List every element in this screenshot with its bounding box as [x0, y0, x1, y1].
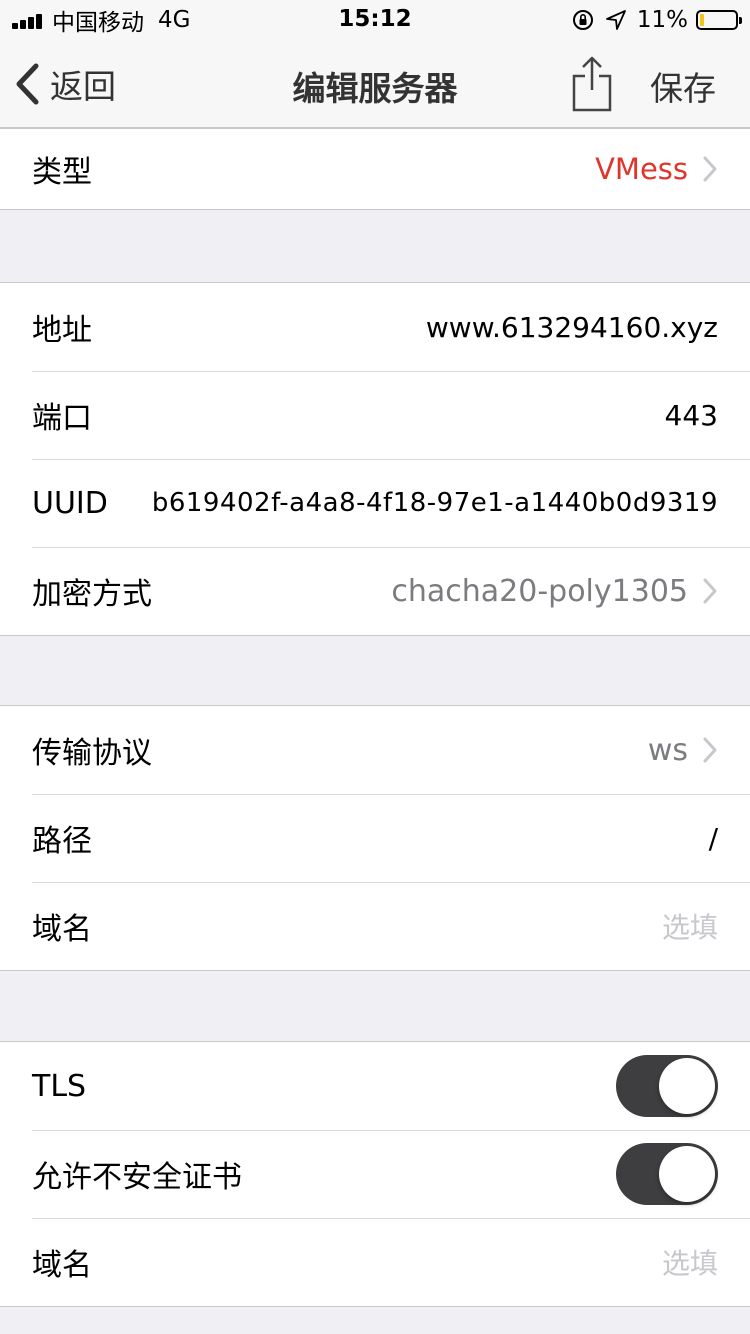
orientation-lock-icon — [572, 10, 593, 30]
encryption-row[interactable]: 加密方式 chacha20-poly1305 — [0, 547, 750, 635]
address-field[interactable]: www.613294160.xyz — [426, 311, 718, 344]
chevron-right-icon — [703, 578, 717, 604]
transport-section: 传输协议 ws 路径 / 域名 选填 — [0, 705, 750, 971]
status-bar: 中国移动 4G 15:12 11% — [0, 0, 750, 40]
toggle-knob — [659, 1058, 715, 1114]
tls-row: TLS — [0, 1042, 750, 1130]
chevron-right-icon — [703, 737, 717, 763]
allow-insecure-label: 允许不安全证书 — [32, 1160, 242, 1195]
location-icon — [605, 10, 626, 30]
battery-percent: 11% — [636, 7, 688, 33]
port-row[interactable]: 端口 443 — [0, 371, 750, 459]
chevron-left-icon — [16, 63, 39, 105]
uuid-row[interactable]: UUID b619402f-a4a8-4f18-97e1-a1440b0d931… — [0, 459, 750, 547]
save-button[interactable]: 保存 — [650, 62, 716, 110]
encryption-label: 加密方式 — [32, 577, 152, 612]
transport-protocol-label: 传输协议 — [32, 736, 152, 771]
tls-toggle[interactable] — [616, 1055, 718, 1117]
type-row[interactable]: 类型 VMess — [0, 129, 750, 209]
host-label: 域名 — [32, 912, 92, 947]
path-label: 路径 — [32, 824, 92, 859]
battery-icon — [696, 10, 742, 30]
server-section: 地址 www.613294160.xyz 端口 443 UUID b619402… — [0, 282, 750, 636]
tls-label: TLS — [32, 1068, 87, 1104]
address-row[interactable]: 地址 www.613294160.xyz — [0, 283, 750, 371]
sni-row[interactable]: 域名 选填 — [0, 1218, 750, 1306]
host-row[interactable]: 域名 选填 — [0, 882, 750, 970]
path-field[interactable]: / — [709, 822, 718, 855]
back-button-label: 返回 — [50, 67, 116, 106]
edit-server-screen: 中国移动 4G 15:12 11% 返回 编辑服务器 保存 类型 VMess 地… — [0, 0, 750, 1334]
sni-label: 域名 — [32, 1248, 92, 1283]
address-label: 地址 — [32, 313, 92, 348]
sni-field[interactable]: 选填 — [662, 1242, 718, 1282]
type-section: 类型 VMess — [0, 128, 750, 210]
allow-insecure-toggle[interactable] — [616, 1143, 718, 1205]
transport-protocol-row[interactable]: 传输协议 ws — [0, 706, 750, 794]
uuid-label: UUID — [32, 485, 108, 521]
toggle-knob — [659, 1146, 715, 1202]
battery-level-fill — [700, 14, 704, 26]
transport-protocol-value: ws — [647, 732, 688, 768]
back-button[interactable]: 返回 — [14, 60, 116, 108]
share-icon[interactable] — [568, 54, 616, 114]
type-label: 类型 — [32, 155, 92, 190]
path-row[interactable]: 路径 / — [0, 794, 750, 882]
navigation-bar: 返回 编辑服务器 保存 — [0, 40, 750, 128]
encryption-value: chacha20-poly1305 — [391, 573, 688, 609]
type-value: VMess — [595, 152, 688, 186]
allow-insecure-row: 允许不安全证书 — [0, 1130, 750, 1218]
port-field[interactable]: 443 — [665, 399, 718, 432]
chevron-right-icon — [703, 156, 717, 182]
tls-section: TLS 允许不安全证书 域名 选填 — [0, 1041, 750, 1307]
uuid-field[interactable]: b619402f-a4a8-4f18-97e1-a1440b0d9319 — [152, 488, 718, 518]
status-bar-right: 11% — [571, 6, 742, 34]
host-field[interactable]: 选填 — [662, 906, 718, 946]
port-label: 端口 — [32, 401, 92, 436]
